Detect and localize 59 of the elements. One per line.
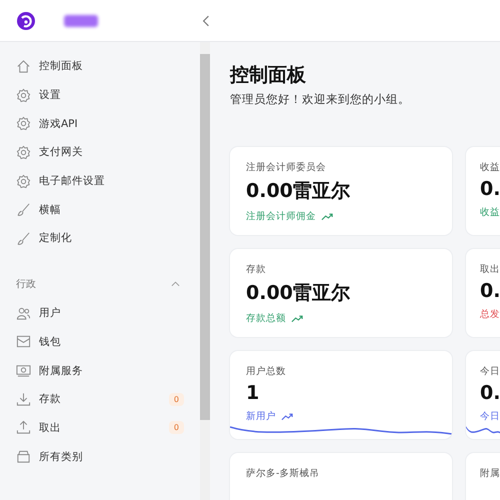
stat-caption: 注册会计师佣金: [246, 210, 316, 223]
sidebar-item[interactable]: 设置: [16, 80, 184, 110]
stat-caption: 存款总额: [246, 312, 286, 325]
stat-label: 附属: [480, 467, 500, 480]
chevron-left-icon[interactable]: [202, 14, 210, 26]
scrollbar-thumb[interactable]: [200, 54, 210, 420]
stat-value: 0.00雷亚尔: [246, 281, 351, 306]
blurred-logo-drawing: [64, 14, 98, 26]
stat-value: 0.: [480, 280, 500, 302]
stat-caption: 总发: [480, 308, 500, 321]
scrollbar[interactable]: [200, 42, 210, 500]
home-icon: [16, 58, 31, 74]
sidebar-item[interactable]: 支付网关: [16, 138, 184, 167]
stat-label: 存款: [246, 263, 267, 276]
page-title: 控制面板: [230, 63, 307, 88]
stat-caption: 新用户: [246, 410, 276, 423]
stat-label: 今日: [480, 365, 500, 378]
trend-up-icon: [321, 212, 334, 220]
stat-label: 萨尔多-多斯械吊: [246, 467, 320, 480]
sidebar-item[interactable]: 控制面板: [16, 52, 184, 81]
upload-icon: [16, 420, 31, 436]
sidebar-item[interactable]: 取出 0: [16, 414, 184, 442]
sidebar-item[interactable]: 所有类别: [16, 442, 184, 471]
stat-caption: 今日: [480, 410, 500, 423]
stat-caption: 收益: [480, 206, 500, 219]
sidebar-item[interactable]: 横幅: [16, 195, 184, 224]
stat-value: 1: [246, 382, 260, 404]
gear-icon: [16, 144, 31, 160]
sidebar-item[interactable]: 用户: [16, 298, 184, 328]
gear-icon: [16, 174, 31, 189]
screen-icon: [16, 363, 31, 378]
section-header[interactable]: 行政: [16, 268, 184, 299]
stat-value: 0.00雷亚尔: [246, 179, 351, 204]
sidebar-item[interactable]: 附属服务: [16, 356, 184, 385]
welcome-text: 管理员您好！欢迎来到您的小组。: [230, 92, 411, 107]
sidebar-item[interactable]: 存款 0: [16, 384, 184, 414]
download-icon: [16, 392, 31, 407]
stat-label: 取出: [480, 263, 500, 276]
brush-icon: [16, 202, 31, 218]
stat-label: 收益: [480, 161, 500, 174]
box-icon: [16, 449, 31, 464]
gear-icon: [16, 116, 31, 132]
users-icon: [16, 306, 31, 321]
count-badge: 0: [168, 392, 184, 406]
stat-label: 注册会计师委员会: [246, 161, 327, 174]
sidebar-item[interactable]: 游戏API: [16, 109, 184, 138]
logo-icon: [16, 10, 36, 30]
sidebar-item[interactable]: 钱包: [16, 328, 184, 356]
envelope-icon: [16, 334, 31, 350]
sidebar-item[interactable]: 电子邮件设置: [16, 166, 184, 196]
stat-value: 0.: [480, 382, 500, 404]
gear-icon: [16, 88, 31, 103]
count-badge: 0: [168, 421, 184, 434]
stat-label: 用户总数: [246, 365, 287, 378]
trend-up-icon: [281, 412, 294, 420]
brush-icon: [16, 230, 31, 246]
sidebar-item[interactable]: 定制化: [16, 224, 184, 253]
stat-value: 0.: [480, 178, 500, 200]
trend-up-icon: [291, 314, 304, 322]
